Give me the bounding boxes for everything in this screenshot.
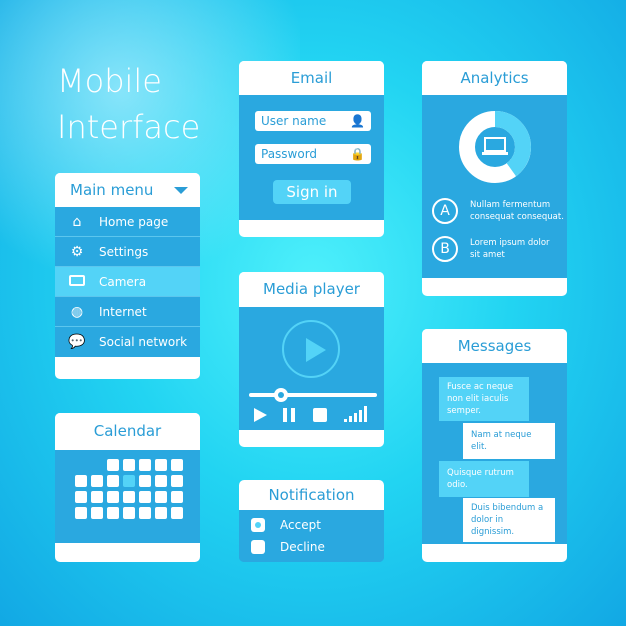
message-bubble: Nam at neque elit. [463,423,555,459]
username-input[interactable]: User name 👤 [255,111,371,131]
menu-item-settings[interactable]: ⚙ Settings [55,237,200,267]
calendar-day[interactable] [91,475,103,487]
volume-icon[interactable] [344,406,367,422]
play-icon [306,338,326,362]
page-title: Mobile Interface [57,62,201,146]
calendar-day[interactable] [91,507,103,519]
calendar-day[interactable] [123,507,135,519]
calendar-day[interactable] [155,491,167,503]
decline-option[interactable]: Decline [251,540,325,554]
calendar-day[interactable] [107,491,119,503]
calendar-card: Calendar [55,413,200,562]
pause-icon[interactable] [283,408,295,422]
calendar-day[interactable] [171,459,183,471]
chat-icon: 💬 [68,334,86,350]
notification-card: Notification Accept Decline [239,480,384,562]
menu-item-social-network[interactable]: 💬 Social network [55,327,200,357]
accept-option[interactable]: Accept [251,518,321,532]
notification-header: Notification [239,480,384,510]
progress-knob[interactable] [274,388,288,402]
calendar-day[interactable] [107,459,119,471]
chevron-down-icon [174,187,188,194]
messages-card: Messages Fusce ac neque non elit iaculis… [422,329,567,562]
password-input[interactable]: Password 🔒 [255,144,371,164]
calendar-header: Calendar [55,413,200,450]
calendar-day[interactable] [155,475,167,487]
calendar-day[interactable] [107,507,119,519]
email-header: Email [239,61,384,95]
progress-track[interactable] [249,388,377,402]
main-menu-header[interactable]: Main menu [55,173,200,207]
calendar-day[interactable] [75,507,87,519]
menu-item-internet[interactable]: ◍ Internet [55,297,200,327]
gears-icon: ⚙ [70,243,84,260]
calendar-day[interactable] [123,475,135,487]
radio-checked[interactable] [251,518,265,532]
calendar-day[interactable] [171,475,183,487]
message-bubble: Duis bibendum a dolor in dignissim. [463,498,555,542]
donut-chart [459,111,531,183]
calendar-day[interactable] [91,491,103,503]
calendar-day[interactable] [123,459,135,471]
calendar-grid [75,459,183,519]
user-icon: 👤 [350,114,365,128]
play-icon[interactable] [254,408,267,422]
calendar-day[interactable] [139,459,151,471]
big-play-button[interactable] [282,320,340,378]
message-bubble: Quisque rutrum odio. [439,461,529,497]
analytics-header: Analytics [422,61,567,95]
sign-in-button[interactable]: Sign in [273,180,351,204]
calendar-day[interactable] [75,491,87,503]
calendar-day[interactable] [107,475,119,487]
media-player-card: Media player [239,272,384,447]
stop-icon[interactable] [313,408,327,422]
message-bubble: Fusce ac neque non elit iaculis semper. [439,377,529,421]
globe-icon: ◍ [70,303,84,320]
laptop-icon [482,137,508,155]
calendar-day[interactable] [139,491,151,503]
analytics-card: Analytics A Nullam fermentum consequat co… [422,61,567,296]
menu-item-home[interactable]: ⌂ Home page [55,207,200,237]
calendar-day[interactable] [155,459,167,471]
calendar-day[interactable] [123,491,135,503]
messages-header: Messages [422,329,567,363]
calendar-day[interactable] [171,507,183,519]
main-menu-card: Main menu ⌂ Home page ⚙ Settings Camera ◍ I… [55,173,200,379]
calendar-day[interactable] [155,507,167,519]
legend-item-a: A Nullam fermentum consequat consequat. [432,198,567,224]
calendar-day[interactable] [139,475,151,487]
lock-icon: 🔒 [350,147,365,161]
email-card: Email User name 👤 Password 🔒 Sign in [239,61,384,237]
calendar-day[interactable] [75,475,87,487]
calendar-day[interactable] [139,507,151,519]
menu-item-camera[interactable]: Camera [55,267,200,297]
media-player-header: Media player [239,272,384,307]
calendar-day[interactable] [171,491,183,503]
legend-item-b: B Lorem ipsum dolor sit amet [432,236,560,262]
camera-icon [67,274,87,290]
home-icon: ⌂ [72,213,82,230]
checkbox[interactable] [251,540,265,554]
